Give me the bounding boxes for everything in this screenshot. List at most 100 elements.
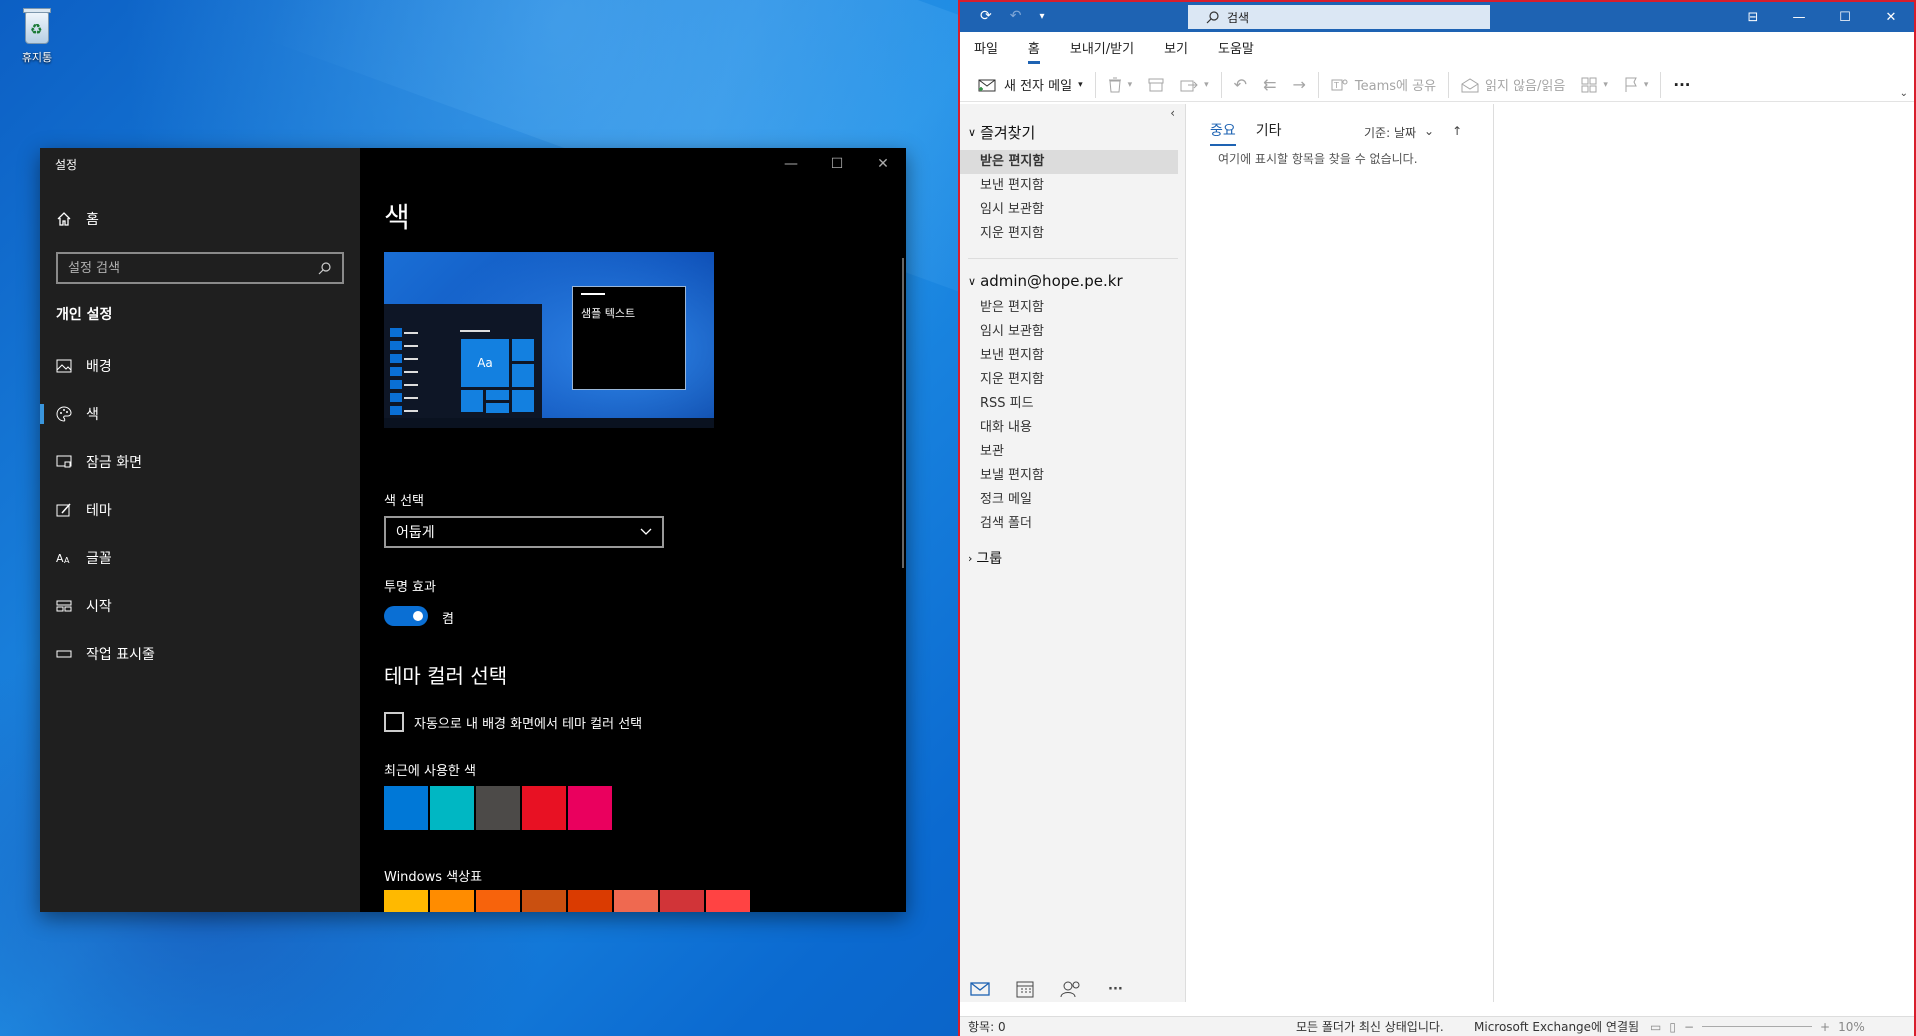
home-link[interactable]: 홈: [56, 209, 99, 229]
read-unread-button[interactable]: 읽지 않음/읽음: [1453, 70, 1573, 100]
color-swatch[interactable]: [476, 890, 520, 912]
move-button[interactable]: ▾: [1172, 70, 1217, 100]
categorize-button[interactable]: ▾: [1573, 70, 1616, 100]
transparency-toggle[interactable]: [384, 606, 428, 626]
account-header[interactable]: ∨ admin@hope.pe.kr: [968, 272, 1123, 290]
more-icon[interactable]: ···: [1108, 982, 1123, 997]
color-swatch[interactable]: [614, 890, 658, 912]
scrollbar[interactable]: [902, 258, 904, 568]
ribbon-display-button[interactable]: ⊟: [1730, 2, 1776, 32]
groups-header[interactable]: › 그룹: [968, 548, 1002, 568]
tab-help[interactable]: 도움말: [1218, 38, 1254, 64]
recycle-bin-icon: ♻: [20, 6, 54, 46]
folder-item[interactable]: 임시 보관함: [960, 320, 1186, 344]
preview-taskbar: [384, 418, 714, 428]
calendar-icon[interactable]: [1016, 980, 1034, 998]
color-swatch[interactable]: [568, 786, 612, 830]
sort-control[interactable]: 기준: 날짜 ⌄ ↑: [1364, 124, 1462, 141]
more-button[interactable]: ···: [1665, 70, 1698, 100]
title-bar: ⟳ ↶ ▾ 검색 ⊟ — ☐ ✕: [960, 2, 1914, 32]
color-mode-select[interactable]: 어둡게: [384, 516, 664, 548]
color-swatch[interactable]: [706, 890, 750, 912]
recycle-bin[interactable]: ♻ 휴지통: [12, 6, 62, 65]
reply-button[interactable]: ↶: [1226, 70, 1255, 100]
item-count: 항목: 0: [968, 1020, 1006, 1034]
folder-item[interactable]: 받은 편지함: [960, 296, 1186, 320]
folder-item[interactable]: 받은 편지함: [960, 150, 1178, 174]
nav-label: 색: [86, 407, 99, 423]
zoom-in-button[interactable]: +: [1820, 1020, 1830, 1034]
zoom-out-button[interactable]: −: [1684, 1020, 1694, 1034]
close-button[interactable]: ✕: [1868, 2, 1914, 32]
teams-share-label: Teams에 공유: [1354, 79, 1437, 94]
tab-send-receive[interactable]: 보내기/받기: [1070, 38, 1134, 64]
tab-focused[interactable]: 중요: [1210, 120, 1236, 146]
folder-item[interactable]: 보낸 편지함: [960, 174, 1186, 198]
nav-item-taskbar[interactable]: 작업 표시줄: [40, 630, 360, 678]
settings-search[interactable]: [56, 252, 344, 284]
open-envelope-icon: [1461, 77, 1479, 92]
people-icon[interactable]: [1060, 980, 1082, 998]
color-swatch[interactable]: [384, 786, 428, 830]
reply-all-button[interactable]: ⇇: [1255, 70, 1284, 100]
normal-view-icon[interactable]: ▭: [1650, 1020, 1661, 1034]
sort-direction-icon[interactable]: ↑: [1452, 124, 1462, 141]
folder-item[interactable]: 보낸 편지함: [960, 344, 1186, 368]
folder-item[interactable]: 정크 메일: [960, 488, 1186, 512]
customize-icon[interactable]: ▾: [1039, 11, 1044, 22]
color-swatch[interactable]: [522, 786, 566, 830]
search-icon: [1206, 10, 1219, 23]
nav-item-font[interactable]: AA 글꼴: [40, 534, 360, 582]
folder-item[interactable]: 지운 편지함: [960, 368, 1186, 392]
nav-item-theme[interactable]: 테마: [40, 486, 360, 534]
reading-view-icon[interactable]: ▯: [1669, 1020, 1676, 1034]
folder-item[interactable]: 지운 편지함: [960, 222, 1186, 246]
flag-button[interactable]: ▾: [1616, 70, 1657, 100]
maximize-button[interactable]: ☐: [1822, 2, 1868, 32]
folder-item[interactable]: 임시 보관함: [960, 198, 1186, 222]
nav-item-background[interactable]: 배경: [40, 342, 360, 390]
folder-item[interactable]: 검색 폴더: [960, 512, 1186, 536]
teams-share-button[interactable]: T Teams에 공유: [1323, 70, 1444, 100]
nav-item-start[interactable]: 시작: [40, 582, 360, 630]
tab-home[interactable]: 홈: [1027, 38, 1040, 64]
folder-item[interactable]: RSS 피드: [960, 392, 1186, 416]
color-swatch[interactable]: [430, 890, 474, 912]
transparency-state: 켬: [442, 612, 454, 627]
mail-icon[interactable]: [970, 981, 990, 997]
auto-accent-checkbox[interactable]: 자동으로 내 배경 화면에서 테마 컬러 선택: [384, 712, 642, 732]
zoom-slider[interactable]: [1702, 1026, 1813, 1027]
nav-label: 배경: [86, 359, 112, 375]
folder-item[interactable]: 보낼 편지함: [960, 464, 1186, 488]
color-swatch[interactable]: [660, 890, 704, 912]
module-switcher: ···: [970, 980, 1123, 998]
tab-file[interactable]: 파일: [974, 38, 998, 64]
search-input[interactable]: [68, 260, 298, 276]
tab-view[interactable]: 보기: [1164, 38, 1188, 64]
undo-icon[interactable]: ↶: [1010, 8, 1022, 24]
tab-other[interactable]: 기타: [1256, 120, 1282, 146]
sync-icon[interactable]: ⟳: [980, 8, 992, 24]
color-swatch[interactable]: [522, 890, 566, 912]
new-mail-button[interactable]: 새 전자 메일 ▾: [970, 70, 1091, 100]
color-swatch[interactable]: [476, 786, 520, 830]
minimize-button[interactable]: —: [1776, 2, 1822, 32]
checkbox-box[interactable]: [384, 712, 404, 732]
nav-item-lock-screen[interactable]: 잠금 화면: [40, 438, 360, 486]
color-swatch[interactable]: [384, 890, 428, 912]
nav-label: 작업 표시줄: [86, 647, 155, 663]
forward-button[interactable]: →: [1284, 70, 1313, 100]
delete-button[interactable]: ▾: [1100, 70, 1141, 100]
collapse-pane-icon[interactable]: ‹: [1170, 106, 1175, 120]
auto-accent-label: 자동으로 내 배경 화면에서 테마 컬러 선택: [414, 716, 643, 732]
nav-item-color[interactable]: 색: [40, 390, 360, 438]
color-swatch[interactable]: [430, 786, 474, 830]
folder-item[interactable]: 대화 내용: [960, 416, 1186, 440]
search-box[interactable]: 검색: [1188, 5, 1490, 29]
favorites-header[interactable]: ∨ 즐겨찾기: [968, 122, 1035, 143]
color-swatch[interactable]: [568, 890, 612, 912]
folder-item[interactable]: 보관: [960, 440, 1186, 464]
archive-button[interactable]: [1140, 70, 1172, 100]
page-title: 색: [384, 201, 410, 234]
ribbon-expand-icon[interactable]: ⌄: [1900, 88, 1908, 99]
